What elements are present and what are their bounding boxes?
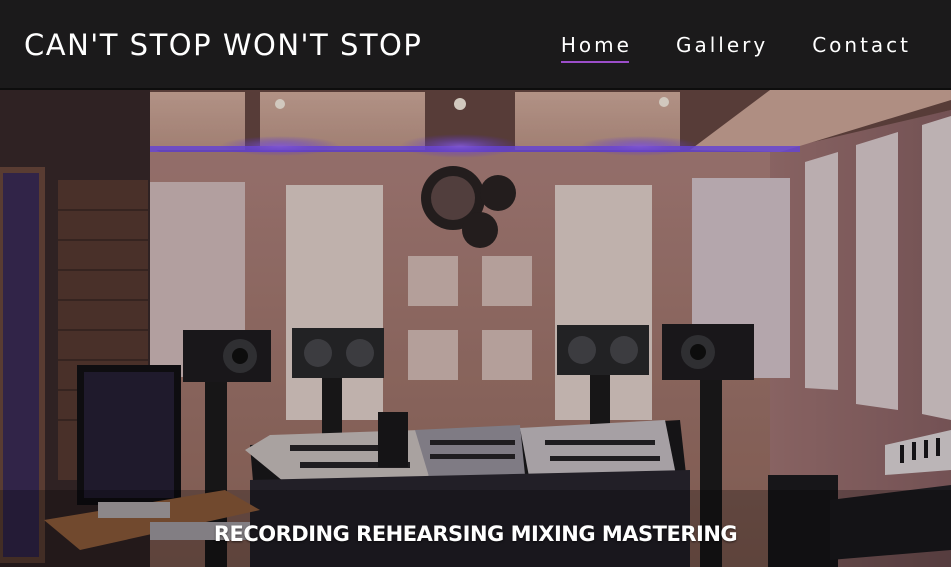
- nav-gallery-link[interactable]: Gallery: [676, 33, 768, 61]
- main-nav: Home Gallery Contact: [560, 33, 911, 63]
- site-title[interactable]: CAN'T STOP WON'T STOP: [24, 28, 422, 62]
- hero-banner: RECORDING REHEARSING MIXING MASTERING: [0, 90, 951, 567]
- recording-studio-photo: [0, 90, 951, 567]
- hero-tagline: RECORDING REHEARSING MIXING MASTERING: [213, 522, 738, 546]
- site-header: CAN'T STOP WON'T STOP Home Gallery Conta…: [0, 0, 951, 90]
- nav-home-link[interactable]: Home: [560, 33, 632, 63]
- nav-contact-link[interactable]: Contact: [812, 33, 911, 61]
